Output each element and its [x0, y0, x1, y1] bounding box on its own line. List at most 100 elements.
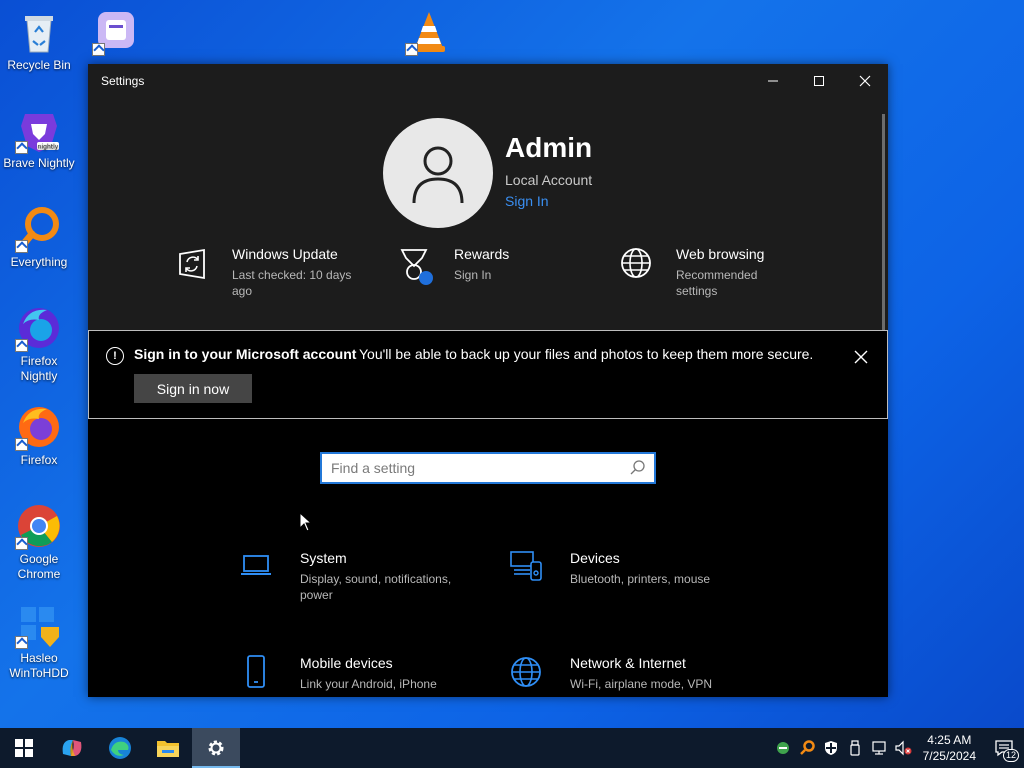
tile-subtitle: Sign In — [454, 268, 492, 282]
banner-title: Sign in to your Microsoft account — [134, 346, 357, 362]
banner-close-button[interactable] — [851, 347, 871, 367]
tile-subtitle: Recommended settings — [676, 268, 758, 298]
category-subtitle: Bluetooth, printers, mouse — [570, 572, 711, 586]
avatar[interactable] — [383, 118, 493, 228]
category-subtitle: Link your Android, iPhone — [300, 677, 437, 691]
category-title: Mobile devices — [300, 655, 393, 671]
maximize-button[interactable] — [796, 64, 842, 98]
close-button[interactable] — [842, 64, 888, 98]
desktop-icon-label: Firefox Nightly — [20, 354, 58, 383]
system-tray: 4:25 AM 7/25/2024 12 — [771, 728, 1024, 768]
tray-windows-security[interactable] — [819, 728, 843, 768]
shield-icon — [824, 741, 837, 755]
tray-app-icon[interactable] — [771, 728, 795, 768]
tile-subtitle: Last checked: 10 days ago — [232, 268, 352, 298]
gear-icon — [208, 740, 224, 756]
tile-rewards[interactable]: Rewards Sign In — [390, 246, 579, 294]
usb-drive-icon — [850, 740, 860, 756]
shortcut-arrow-icon — [405, 43, 418, 56]
windows-update-icon — [168, 246, 216, 294]
desktop-icon-firefox-nightly[interactable]: Firefox Nightly — [1, 304, 77, 384]
taskbar-clock[interactable]: 4:25 AM 7/25/2024 — [915, 732, 984, 764]
desktop-icon-label: Everything — [10, 255, 68, 269]
user-name: Admin — [505, 132, 593, 163]
window-title: Settings — [101, 74, 145, 88]
laptop-icon — [236, 550, 276, 590]
tile-title: Rewards — [454, 246, 510, 262]
chrome-icon — [15, 502, 63, 550]
close-icon — [854, 350, 868, 364]
everything-search-icon — [799, 740, 815, 755]
tray-usb[interactable] — [843, 728, 867, 768]
search-placeholder: Find a setting — [331, 460, 416, 476]
notification-count-badge: 12 — [1002, 749, 1019, 762]
user-icon — [412, 146, 464, 204]
desktop-icon-everything[interactable]: Everything — [1, 205, 77, 270]
action-center-button[interactable]: 12 — [984, 728, 1024, 768]
category-mobile-devices[interactable]: Mobile devices Link your Android, iPhone — [236, 655, 470, 695]
windows-logo-icon — [15, 739, 33, 757]
desktop-icon-vlc[interactable] — [391, 8, 467, 56]
wintohdd-icon — [15, 601, 63, 649]
speaker-muted-icon — [895, 740, 912, 756]
banner-text: You'll be able to back up your files and… — [359, 346, 814, 362]
firefox-icon — [15, 403, 63, 451]
mouse-pointer-icon — [299, 512, 313, 532]
edge-icon — [109, 737, 131, 759]
category-title: Devices — [570, 550, 620, 566]
network-globe-icon — [506, 655, 546, 695]
close-icon — [859, 75, 871, 87]
shortcut-arrow-icon — [15, 240, 28, 253]
folder-icon — [157, 741, 179, 757]
category-network-internet[interactable]: Network & Internet Wi-Fi, airplane mode,… — [506, 655, 740, 695]
shortcut-arrow-icon — [15, 537, 28, 550]
everything-search-icon — [15, 205, 63, 253]
minimize-button[interactable] — [750, 64, 796, 98]
phone-icon — [236, 655, 276, 695]
desktop-icon-label: Hasleo WinToHDD — [9, 651, 69, 680]
sign-in-link[interactable]: Sign In — [505, 193, 549, 209]
desktop-icon-firefox[interactable]: Firefox — [1, 403, 77, 468]
start-button[interactable] — [0, 728, 48, 768]
tile-windows-update[interactable]: Windows Update Last checked: 10 days ago — [168, 246, 357, 299]
maximize-icon — [814, 76, 824, 86]
profile-header: Admin Local Account Sign In Windows Upda… — [88, 98, 888, 330]
category-system[interactable]: System Display, sound, notifications, po… — [236, 550, 470, 603]
devices-icon — [506, 550, 546, 590]
account-type: Local Account — [505, 172, 593, 188]
settings-window: Settings Admin Local Account Sign In Win… — [88, 64, 888, 697]
tray-volume[interactable] — [891, 728, 915, 768]
tile-web-browsing[interactable]: Web browsing Recommended settings — [612, 246, 801, 299]
desktop-icon-label: Brave Nightly — [3, 156, 75, 170]
desktop-icon-recycle-bin[interactable]: Recycle Bin — [1, 8, 77, 73]
tile-title: Windows Update — [232, 246, 338, 262]
brave-nightly-icon: nightly — [15, 106, 63, 154]
tray-everything[interactable] — [795, 728, 819, 768]
clock-date: 7/25/2024 — [922, 749, 976, 763]
recycle-bin-icon — [15, 8, 63, 56]
desktop-icon-app[interactable] — [78, 8, 154, 56]
category-subtitle: Wi-Fi, airplane mode, VPN — [570, 677, 713, 691]
taskbar-edge[interactable] — [96, 728, 144, 768]
desktop-icon-google-chrome[interactable]: Google Chrome — [1, 502, 77, 582]
taskbar-settings[interactable] — [192, 728, 240, 768]
shortcut-arrow-icon — [15, 438, 28, 451]
desktop-icon-label: Google Chrome — [17, 552, 61, 581]
sign-in-banner: ! Sign in to your Microsoft account You'… — [88, 330, 888, 419]
taskbar-copilot[interactable] — [48, 728, 96, 768]
category-devices[interactable]: Devices Bluetooth, printers, mouse — [506, 550, 740, 590]
taskbar-file-explorer[interactable] — [144, 728, 192, 768]
globe-icon — [612, 246, 660, 294]
category-title: Network & Internet — [570, 655, 686, 671]
title-bar[interactable]: Settings — [88, 64, 888, 98]
desktop-icon-label: Recycle Bin — [7, 58, 71, 72]
shortcut-arrow-icon — [15, 339, 28, 352]
sign-in-now-button[interactable]: Sign in now — [134, 374, 252, 403]
desktop-icon-hasleo-wintohdd[interactable]: Hasleo WinToHDD — [1, 601, 77, 681]
taskbar: 4:25 AM 7/25/2024 12 — [0, 728, 1024, 768]
tray-network[interactable] — [867, 728, 891, 768]
search-input[interactable]: Find a setting — [320, 452, 656, 484]
desktop-icon-brave-nightly[interactable]: nightly Brave Nightly — [1, 106, 77, 171]
category-title: System — [300, 550, 347, 566]
category-subtitle: Display, sound, notifications, power — [300, 572, 452, 602]
